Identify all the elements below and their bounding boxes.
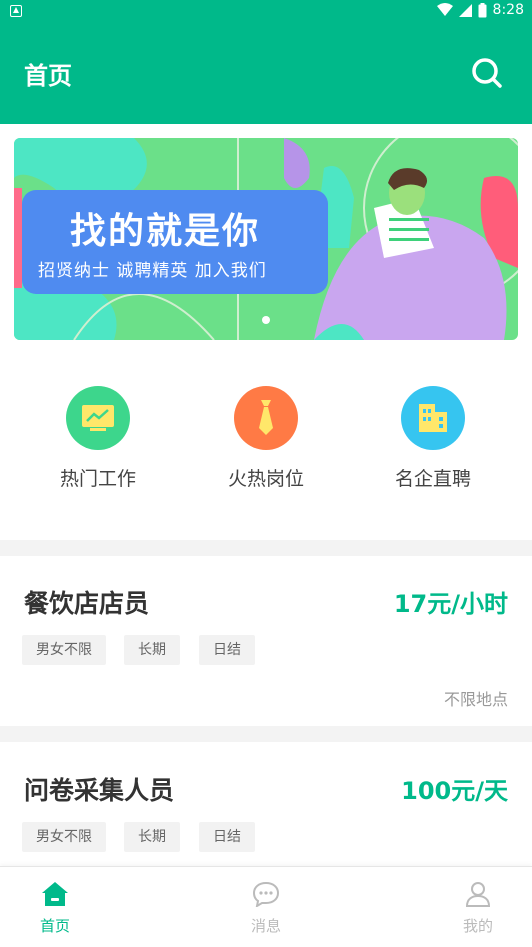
user-icon	[465, 882, 491, 907]
tab-profile[interactable]: 我的	[428, 881, 528, 936]
promo-banner[interactable]: 找的就是你 招贤纳士 诚聘精英 加入我们	[14, 138, 518, 340]
quick-entry-label: 火热岗位	[227, 468, 304, 490]
bottom-tab-bar: 首页 消息 我的	[0, 866, 532, 947]
job-salary: 17元/小时	[393, 590, 508, 618]
status-time: 8:28	[492, 2, 524, 18]
tab-home[interactable]: 首页	[5, 881, 105, 936]
signal-icon	[458, 3, 472, 17]
tab-label: 我的	[462, 917, 493, 935]
quick-entry-label: 名企直聘	[394, 468, 471, 490]
job-tag: 男女不限	[22, 822, 106, 852]
quick-entry-label: 热门工作	[59, 468, 136, 490]
search-icon	[472, 58, 502, 88]
banner-subline: 招贤纳士 诚聘精英 加入我们	[38, 261, 267, 281]
job-location: 不限地点	[443, 690, 508, 709]
tab-messages[interactable]: 消息	[216, 881, 316, 936]
tie-icon	[234, 386, 298, 450]
quick-entry-hot-positions[interactable]: 火热岗位	[201, 386, 331, 491]
battery-icon	[478, 2, 487, 17]
job-tag: 长期	[124, 822, 180, 852]
carousel-indicator-dot	[262, 316, 270, 324]
home-icon	[42, 882, 68, 906]
quick-entry-hot-jobs[interactable]: 热门工作	[33, 386, 163, 491]
app-header: 首页	[0, 24, 532, 124]
job-tag: 日结	[199, 822, 255, 852]
notification-icon	[10, 5, 22, 17]
building-icon	[401, 386, 465, 450]
page-title: 首页	[24, 62, 72, 90]
status-bar: 8:28	[0, 0, 532, 24]
job-tag: 日结	[199, 635, 255, 665]
message-icon	[252, 881, 280, 909]
job-tag: 长期	[124, 635, 180, 665]
job-tag: 男女不限	[22, 635, 106, 665]
job-title: 问卷采集人员	[24, 776, 175, 805]
search-button[interactable]	[470, 56, 504, 90]
status-indicators: 8:28	[436, 2, 524, 18]
tab-label: 消息	[250, 917, 281, 935]
quick-entry-famous-companies[interactable]: 名企直聘	[368, 386, 498, 491]
wifi-icon	[436, 3, 453, 16]
job-card[interactable]: 问卷采集人员 100元/天 男女不限 长期 日结	[0, 742, 532, 866]
chart-icon	[66, 386, 130, 450]
section-divider	[0, 540, 532, 556]
job-salary: 100元/天	[401, 777, 508, 805]
banner-headline: 找的就是你	[70, 211, 261, 252]
quick-entry-grid: 热门工作 火热岗位 名企直聘	[0, 340, 532, 540]
tab-label: 首页	[39, 917, 70, 935]
section-divider	[0, 726, 532, 742]
main-content: 找的就是你 招贤纳士 诚聘精英 加入我们 热门工作 火热岗位 名企直聘 餐饮店店…	[0, 124, 532, 866]
job-card[interactable]: 餐饮店店员 17元/小时 男女不限 长期 日结 不限地点	[0, 556, 532, 726]
job-title: 餐饮店店员	[24, 589, 150, 618]
